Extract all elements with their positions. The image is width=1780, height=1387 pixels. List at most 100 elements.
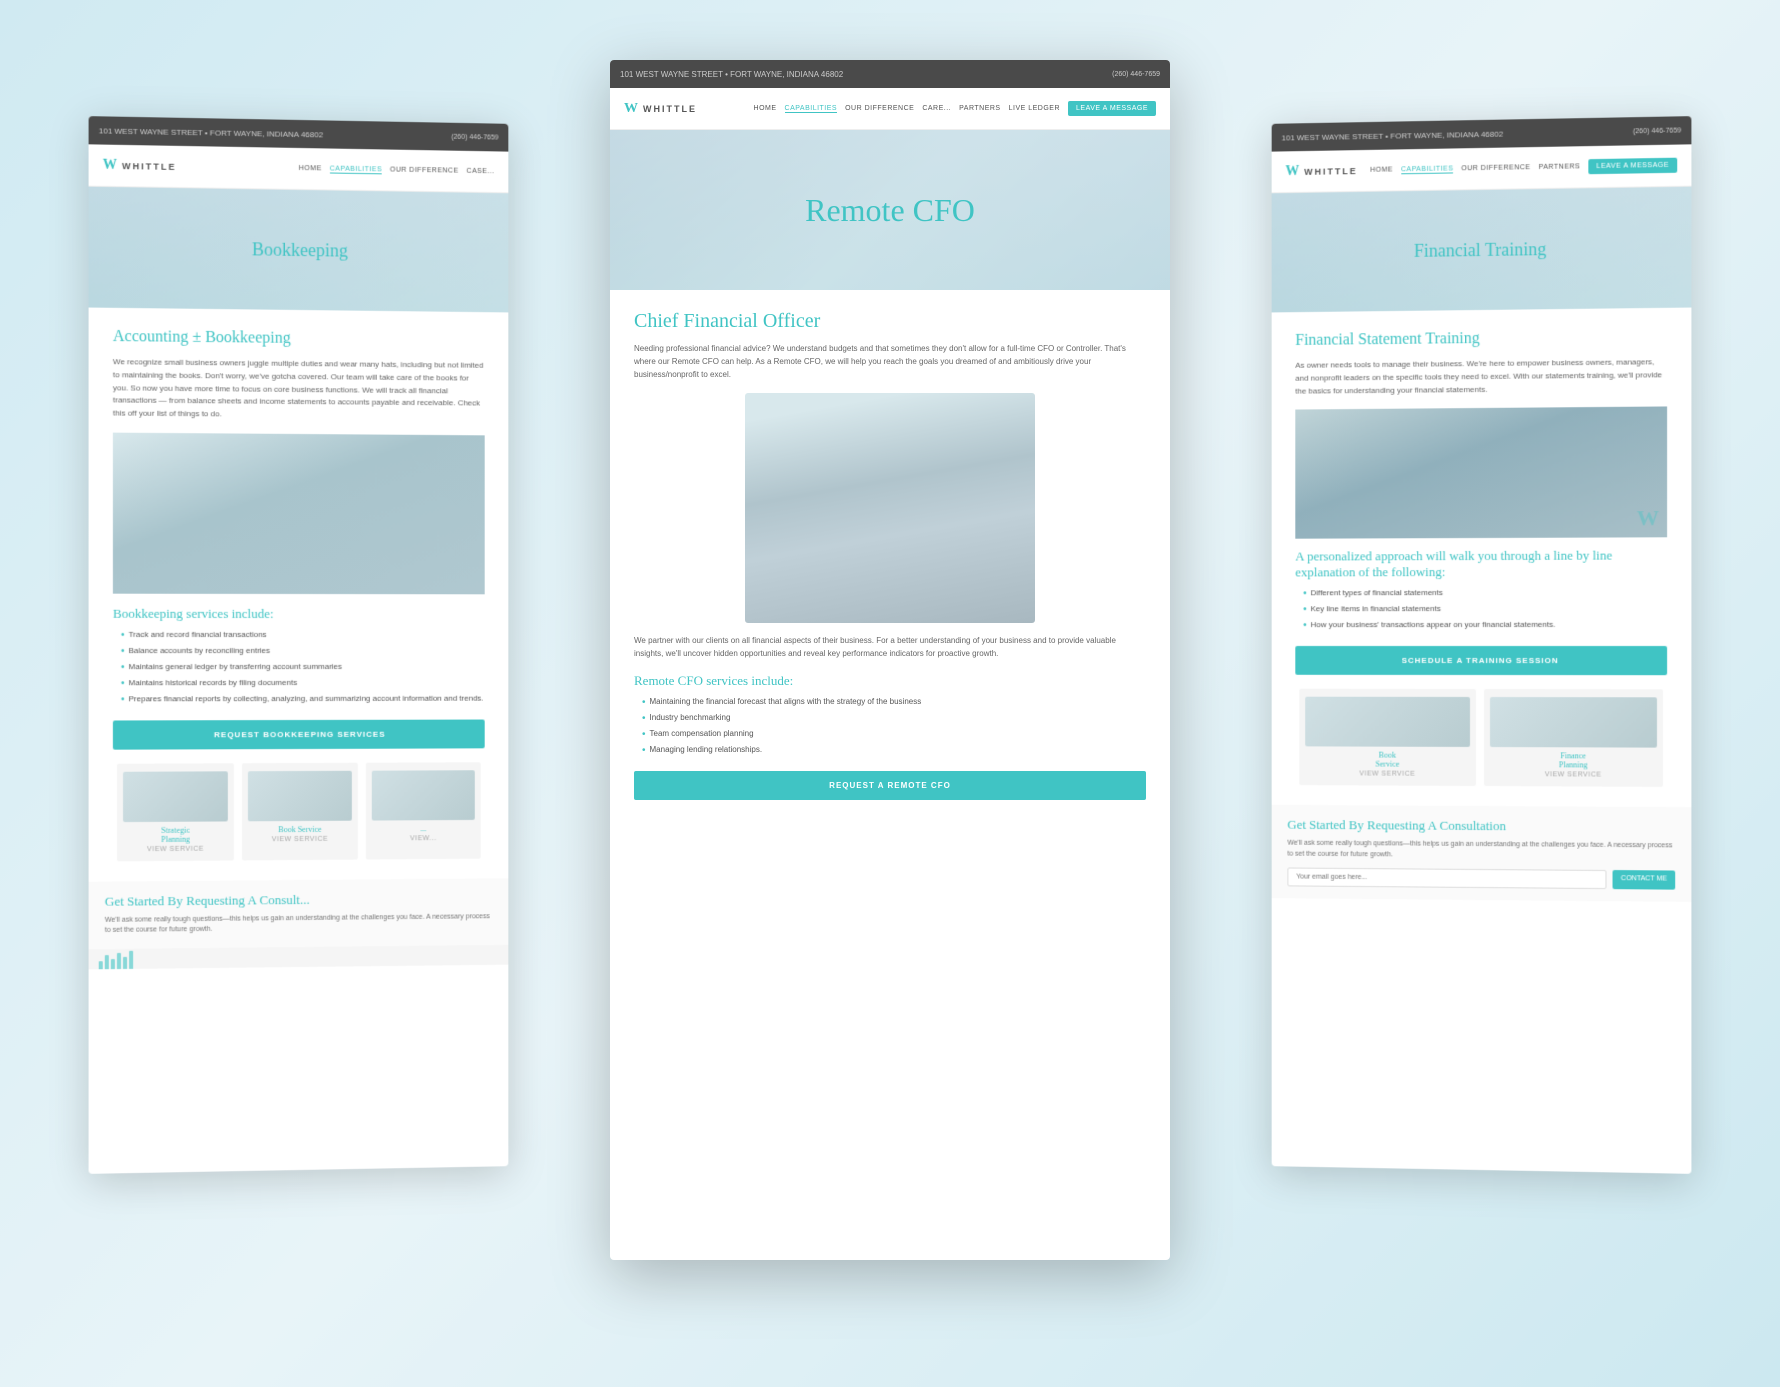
center-service-2: Industry benchmarking (642, 713, 1146, 725)
center-services-title: Remote CFO services include: (634, 673, 1146, 689)
center-nav-capabilities[interactable]: CAPABILITIES (785, 105, 838, 113)
left-content: Accounting ± Bookkeeping We recognize sm… (89, 308, 509, 882)
left-service-1: Track and record financial transactions (121, 630, 485, 642)
center-nav-menu: HOME CAPABILITIES OUR DIFFERENCE CARE...… (754, 101, 1156, 116)
center-nav-ledger[interactable]: LIVE LEDGER (1009, 105, 1060, 112)
left-logo: W WHITTLE (103, 157, 177, 174)
right-cta-button[interactable]: SCHEDULE A TRAINING SESSION (1295, 646, 1667, 675)
left-white-nav: W WHITTLE HOME CAPABILITIES OUR DIFFEREN… (89, 144, 509, 193)
left-person-photo (113, 433, 485, 595)
center-logo: W WHITTLE (624, 101, 697, 117)
right-nav-home[interactable]: HOME (1370, 166, 1393, 173)
chart-bar-3 (111, 959, 115, 969)
left-mini-card-link-1[interactable]: VIEW SERVICE (123, 845, 228, 853)
right-mini-card-link-2[interactable]: VIEW SERVICE (1490, 771, 1657, 779)
left-consult-text: We'll ask some really tough questions—th… (105, 912, 493, 937)
left-mini-card-img-2 (248, 771, 352, 822)
left-logo-text: WHITTLE (122, 161, 177, 172)
right-phone: (260) 446-7659 (1633, 127, 1681, 135)
center-content: Chief Financial Officer Needing professi… (610, 290, 1170, 834)
left-phone: (260) 446-7659 (451, 133, 498, 141)
right-contact-btn[interactable]: CONTACT ME (1613, 870, 1675, 890)
left-nav-case[interactable]: CASE... (467, 168, 495, 175)
right-leave-message-btn[interactable]: LEAVE A MESSAGE (1588, 158, 1677, 175)
left-service-2: Balance accounts by reconciling entries (121, 646, 485, 658)
center-body-text-2: We partner with our clients on all finan… (634, 635, 1146, 661)
center-nav-case[interactable]: CARE... (922, 105, 951, 112)
center-hero-title: Remote CFO (805, 192, 975, 229)
left-section-title: Accounting ± Bookkeeping (113, 328, 485, 350)
center-nav-home[interactable]: HOME (754, 105, 777, 112)
right-logo: W WHITTLE (1285, 163, 1357, 180)
chart-bar-6 (129, 951, 133, 969)
left-mini-card-link-2[interactable]: VIEW SERVICE (248, 836, 352, 844)
right-services-list: Different types of financial statements … (1295, 588, 1667, 632)
left-address: 101 WEST WAYNE STREET • FORT WAYNE, INDI… (99, 126, 440, 141)
right-nav-capabilities[interactable]: CAPABILITIES (1401, 165, 1453, 174)
center-profile-image (745, 393, 1035, 623)
left-service-3: Maintains general ledger by transferring… (121, 662, 485, 674)
bookkeeping-card: 101 WEST WAYNE STREET • FORT WAYNE, INDI… (89, 116, 509, 1174)
right-person-photo (1295, 407, 1667, 539)
right-email-input[interactable] (1287, 868, 1606, 890)
right-nav-menu: HOME CAPABILITIES OUR DIFFERENCE PARTNER… (1370, 158, 1677, 178)
scene: 101 WEST WAYNE STREET • FORT WAYNE, INDI… (0, 0, 1780, 1387)
right-service-3: How your business' transactions appear o… (1303, 620, 1667, 632)
center-profile-img-inner (745, 393, 1035, 623)
left-nav-home[interactable]: HOME (299, 165, 322, 172)
right-content: Financial Statement Training As owner ne… (1272, 308, 1692, 808)
right-white-nav: W WHITTLE HOME CAPABILITIES OUR DIFFEREN… (1272, 144, 1692, 193)
center-service-4: Managing lending relationships. (642, 745, 1146, 757)
left-mini-card-title-3: ... (372, 824, 475, 834)
chart-bar-2 (105, 955, 109, 969)
left-chart-area (89, 945, 509, 970)
center-service-1: Maintaining the financial forecast that … (642, 697, 1146, 709)
financial-training-card: 101 WEST WAYNE STREET • FORT WAYNE, INDI… (1272, 116, 1692, 1174)
svg-text:W: W (1637, 506, 1659, 530)
chart-bar-4 (117, 953, 121, 969)
center-body-text-1: Needing professional financial advice? W… (634, 343, 1146, 381)
right-mini-card-title-1: BookService (1305, 751, 1470, 770)
left-consult-title: Get Started By Requesting A Consult... (105, 890, 493, 909)
right-service-2: Key line items in financial statements (1303, 604, 1667, 616)
center-hero: Remote CFO (610, 130, 1170, 290)
left-mini-card-2: Book Service VIEW SERVICE (242, 763, 358, 861)
center-white-nav: W WHITTLE HOME CAPABILITIES OUR DIFFEREN… (610, 88, 1170, 130)
left-nav-capabilities[interactable]: CAPABILITIES (330, 165, 382, 174)
left-mini-card-3: ... VIEW... (366, 762, 481, 859)
center-address: 101 WEST WAYNE STREET • FORT WAYNE, INDI… (620, 70, 1100, 79)
left-chart-bars (99, 949, 133, 970)
center-leave-message-btn[interactable]: LEAVE A MESSAGE (1068, 101, 1156, 116)
center-nav-partners[interactable]: PARTNERS (959, 105, 1000, 112)
right-mini-cards: BookService VIEW SERVICE FinancePlanning… (1295, 689, 1667, 787)
center-section-title: Chief Financial Officer (634, 310, 1146, 333)
left-booking-image (113, 433, 485, 595)
left-services-title: Bookkeeping services include: (113, 606, 485, 622)
center-logo-text: WHITTLE (643, 104, 697, 114)
left-mini-card-title-1: StrategicPlanning (123, 825, 228, 844)
right-nav-partners[interactable]: PARTNERS (1539, 163, 1581, 171)
center-cta-button[interactable]: REQUEST A REMOTE CFO (634, 771, 1146, 800)
right-mini-card-img-1 (1305, 697, 1470, 747)
left-mini-card-1: StrategicPlanning VIEW SERVICE (117, 763, 234, 861)
center-phone: (260) 446-7659 (1112, 71, 1160, 78)
right-logo-icon: W (1285, 164, 1299, 180)
right-consult-section: Get Started By Requesting A Consultation… (1272, 805, 1692, 902)
right-mini-card-link-1[interactable]: VIEW SERVICE (1305, 771, 1470, 779)
left-services-list: Track and record financial transactions … (113, 630, 485, 706)
left-nav-menu: HOME CAPABILITIES OUR DIFFERENCE CASE... (299, 164, 495, 175)
center-top-nav: 101 WEST WAYNE STREET • FORT WAYNE, INDI… (610, 60, 1170, 88)
right-nav-difference[interactable]: OUR DIFFERENCE (1461, 164, 1530, 172)
remote-cfo-card: 101 WEST WAYNE STREET • FORT WAYNE, INDI… (610, 60, 1170, 1260)
left-mini-card-link-3[interactable]: VIEW... (372, 835, 475, 843)
right-address: 101 WEST WAYNE STREET • FORT WAYNE, INDI… (1282, 127, 1621, 142)
right-body-text: As owner needs tools to manage their bus… (1295, 356, 1667, 398)
center-services-list: Maintaining the financial forecast that … (634, 697, 1146, 757)
right-consult-title: Get Started By Requesting A Consultation (1287, 817, 1675, 835)
center-logo-icon: W (624, 101, 638, 117)
center-nav-difference[interactable]: OUR DIFFERENCE (845, 105, 914, 112)
right-mini-card-1: BookService VIEW SERVICE (1299, 689, 1476, 786)
left-cta-button[interactable]: REQUEST BOOKKEEPING SERVICES (113, 720, 485, 750)
left-service-4: Maintains historical records by filing d… (121, 678, 485, 690)
left-nav-difference[interactable]: OUR DIFFERENCE (390, 167, 459, 175)
